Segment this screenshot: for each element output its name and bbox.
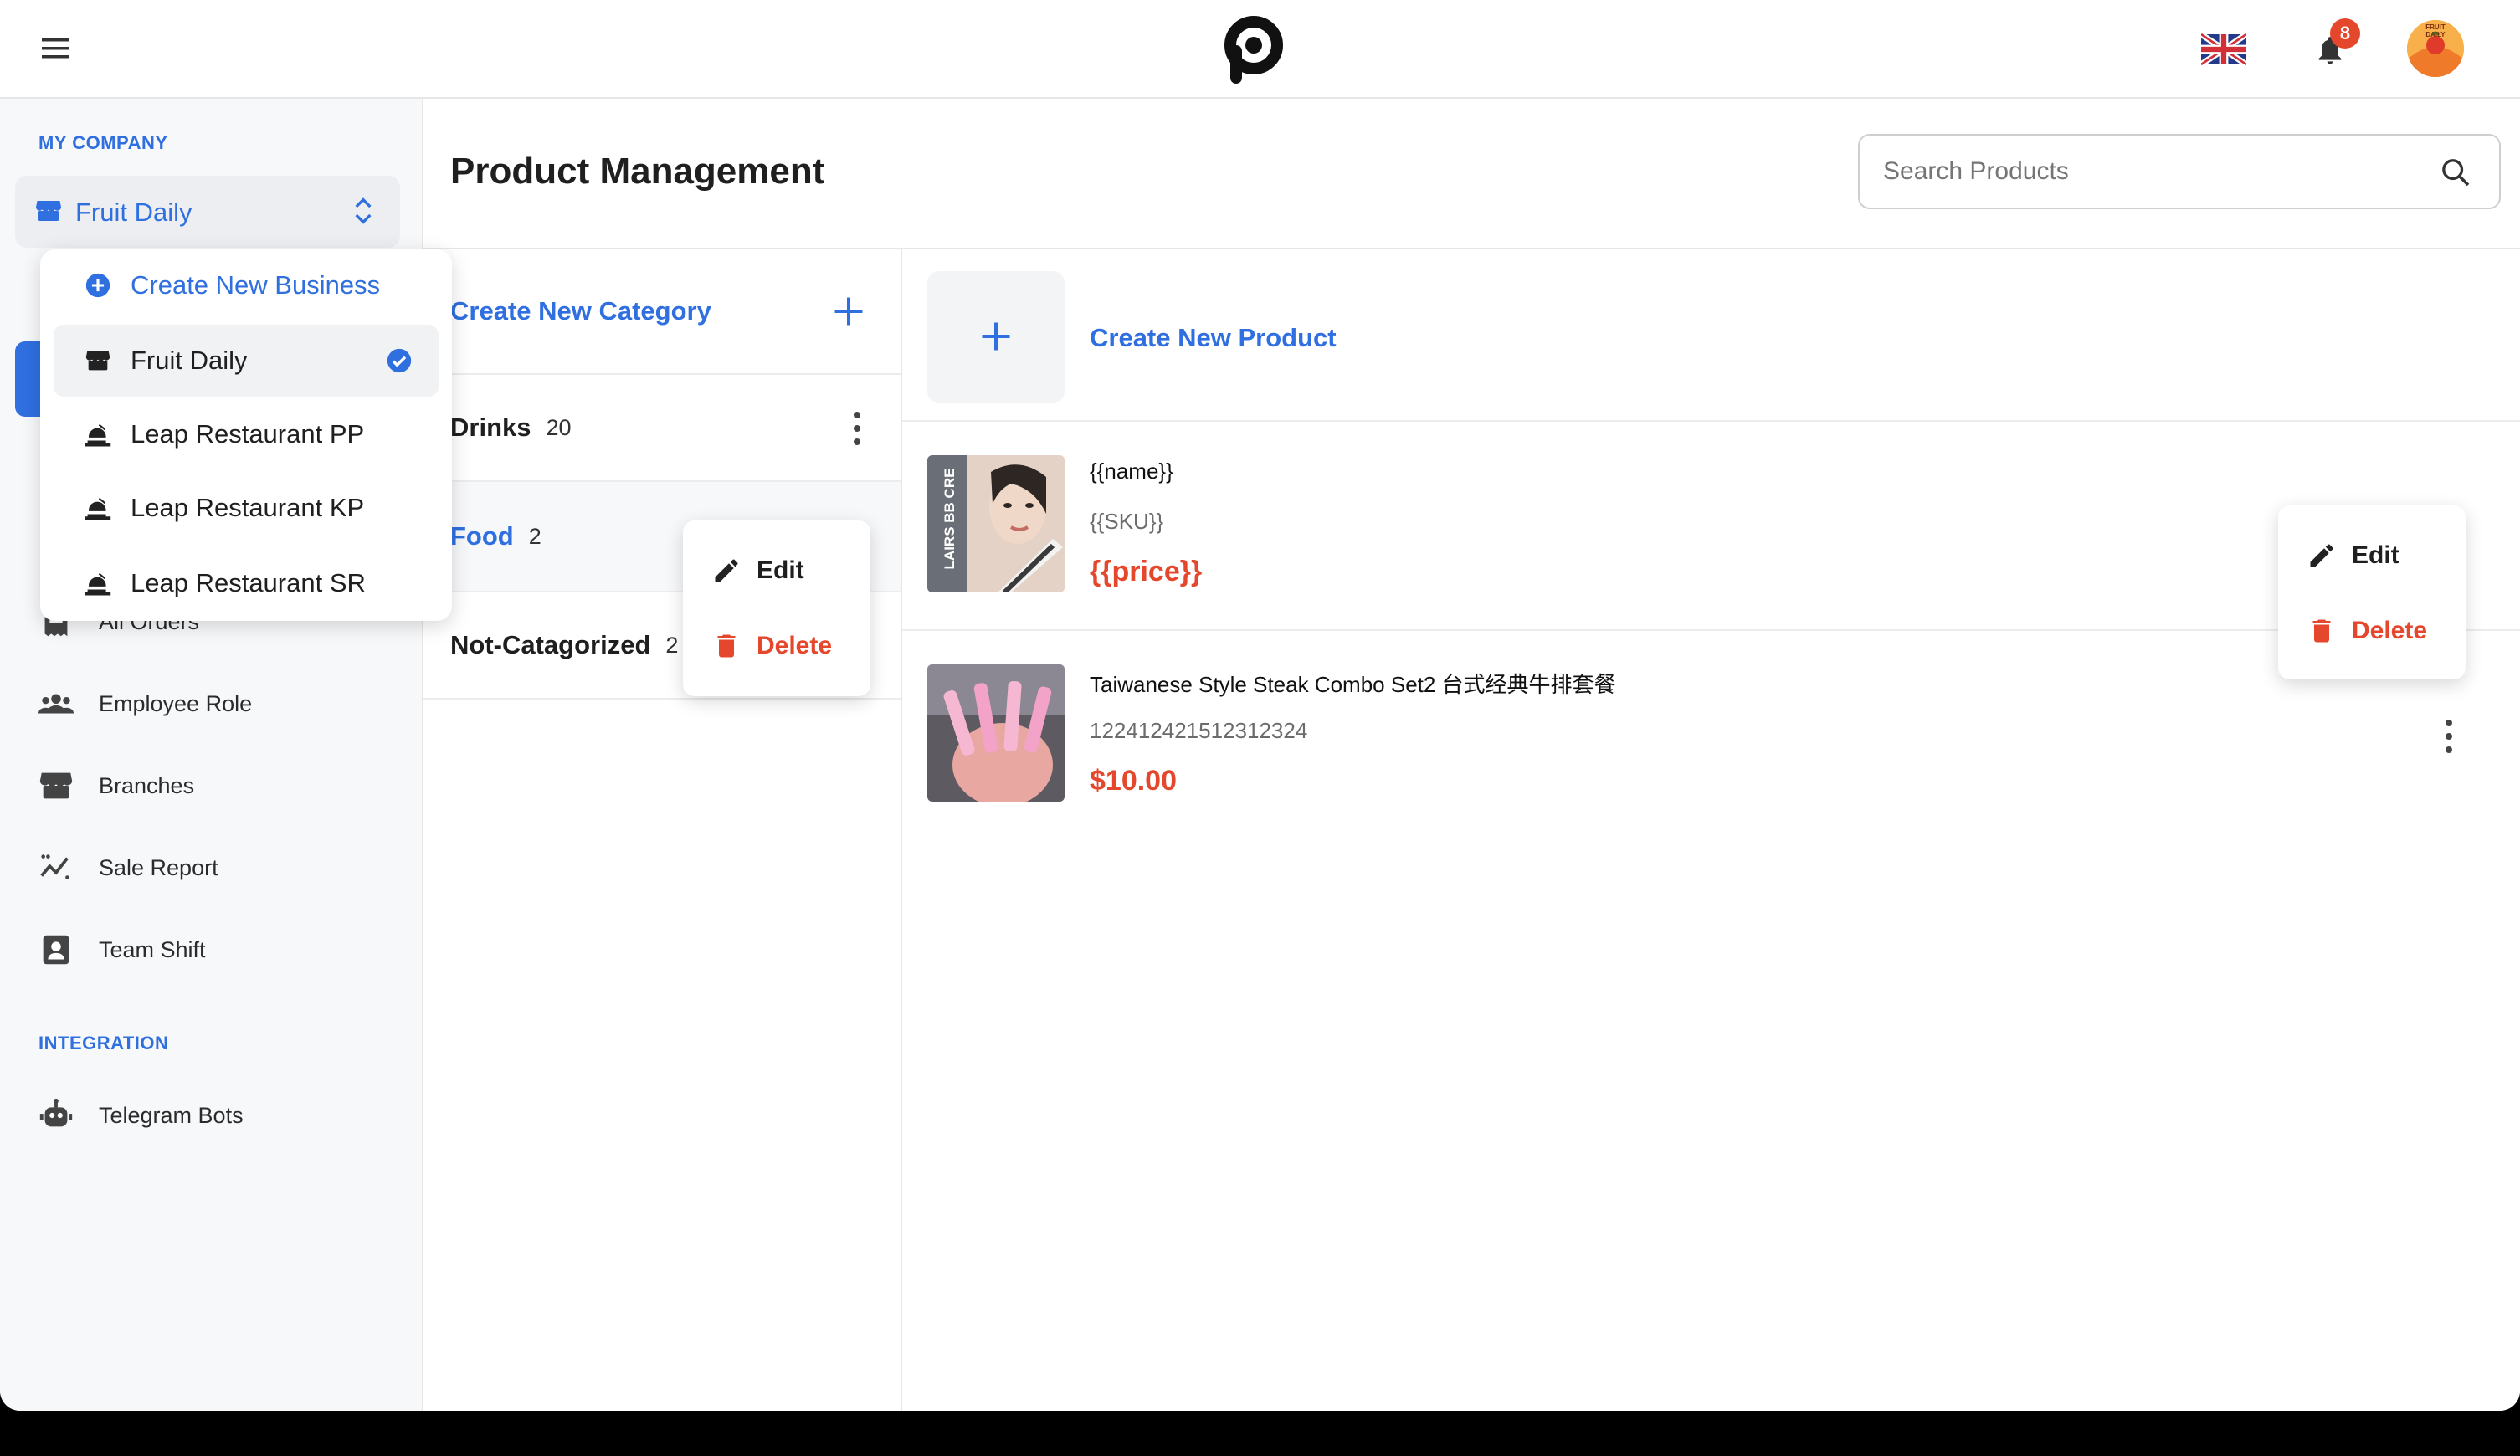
nav-item-branches[interactable]: Branches: [37, 765, 194, 807]
product-name: {{name}}: [1090, 459, 1173, 484]
delete-menu-item[interactable]: Delete: [683, 621, 870, 671]
edit-icon: [2310, 544, 2333, 567]
check-circle-icon: [387, 348, 412, 373]
nav-label: Team Shift: [99, 936, 206, 962]
create-category-row[interactable]: Create New Category: [423, 249, 901, 375]
add-circle-icon: [85, 273, 110, 298]
robot-icon: [39, 1098, 73, 1127]
trash-icon: [2312, 619, 2331, 643]
product-panel: Create New Product LAIRS BB CRE {{name}}…: [902, 249, 2520, 1411]
business-dropdown: Create New Business Fruit Daily Leap Res…: [40, 249, 452, 621]
add-icon: [978, 318, 1014, 359]
category-name: Drinks: [450, 413, 531, 442]
trash-icon: [717, 634, 736, 658]
delete-menu-item[interactable]: Delete: [2278, 606, 2466, 656]
notification-badge: 8: [2330, 18, 2360, 49]
nav-item-sale-report[interactable]: Sale Report: [37, 847, 218, 889]
search-box[interactable]: [1858, 134, 2501, 209]
product-name: Taiwanese Style Steak Combo Set2 台式经典牛排套…: [1090, 672, 1616, 697]
section-label-company: MY COMPANY: [38, 132, 168, 153]
nav-label: Telegram Bots: [99, 1102, 244, 1128]
category-row[interactable]: Drinks 20: [423, 375, 901, 482]
create-business-label: Create New Business: [131, 270, 381, 300]
add-icon[interactable]: [830, 293, 867, 334]
badge-icon: [43, 935, 69, 965]
top-bar: 8 FRUIT DAILY: [0, 0, 2520, 99]
category-count: 2: [528, 523, 541, 549]
menu-icon[interactable]: [42, 38, 69, 59]
restaurant-icon: [85, 572, 111, 596]
chart-icon: [40, 854, 69, 879]
product-sku: 122412421512312324: [1090, 718, 1308, 743]
create-business-option[interactable]: Create New Business: [54, 249, 439, 321]
business-option[interactable]: Leap Restaurant SR: [54, 547, 439, 619]
category-name: Not-Catagorized: [450, 630, 651, 659]
business-option-selected[interactable]: Fruit Daily: [54, 325, 439, 397]
unfold-icon: [346, 194, 380, 232]
avatar[interactable]: FRUIT DAILY: [2407, 20, 2464, 77]
nav-item-employee-role[interactable]: Employee Role: [37, 683, 252, 725]
current-business-label: Fruit Daily: [75, 197, 192, 227]
category-count: 20: [546, 414, 572, 440]
more-vert-icon[interactable]: [2444, 720, 2454, 753]
uk-flag-icon[interactable]: [2199, 32, 2248, 67]
product-context-menu: Edit Delete: [2278, 505, 2466, 679]
business-option-label: Leap Restaurant KP: [131, 493, 365, 522]
more-vert-icon[interactable]: [852, 412, 862, 445]
category-count: 2: [665, 632, 679, 658]
product-image: LAIRS BB CRE: [927, 455, 1065, 592]
business-option-label: Fruit Daily: [131, 346, 248, 375]
edit-menu-item[interactable]: Edit: [683, 546, 870, 596]
create-product-label[interactable]: Create New Product: [1090, 323, 1337, 353]
app-logo[interactable]: [1220, 13, 1287, 85]
page-title: Product Management: [450, 151, 825, 192]
store-icon: [33, 196, 64, 230]
business-selector[interactable]: Fruit Daily: [15, 176, 400, 248]
nav-label: Sale Report: [99, 854, 218, 880]
search-input[interactable]: [1883, 152, 2419, 191]
edit-icon: [715, 559, 738, 582]
main-content: Product Management Create New Category D…: [423, 99, 2520, 1411]
create-category-label[interactable]: Create New Category: [450, 296, 711, 326]
nav-item-team-shift[interactable]: Team Shift: [37, 929, 206, 971]
edit-menu-item[interactable]: Edit: [2278, 531, 2466, 581]
nav-label: Branches: [99, 772, 195, 798]
product-image-text: LAIRS BB CRE: [942, 468, 957, 570]
category-name: Food: [450, 521, 514, 551]
nav-label: Employee Role: [99, 690, 253, 716]
store-icon: [85, 351, 110, 371]
business-option[interactable]: Leap Restaurant PP: [54, 398, 439, 470]
edit-label: Edit: [757, 556, 804, 584]
nav-item-telegram-bots[interactable]: Telegram Bots: [37, 1095, 244, 1136]
restaurant-icon: [85, 497, 111, 520]
section-label-integration: INTEGRATION: [38, 1033, 169, 1054]
product-sku: {{SKU}}: [1090, 509, 1164, 534]
business-option-label: Leap Restaurant SR: [131, 568, 366, 597]
search-icon[interactable]: [2439, 156, 2472, 193]
create-product-row[interactable]: Create New Product: [902, 249, 2520, 422]
business-option-label: Leap Restaurant PP: [131, 419, 365, 449]
edit-label: Edit: [2352, 541, 2399, 569]
delete-label: Delete: [757, 632, 833, 659]
category-context-menu: Edit Delete: [683, 520, 870, 696]
category-panel: Create New Category Drinks 20 Food 2 Not…: [423, 249, 902, 1411]
product-image: [927, 664, 1065, 802]
avatar-text: FRUIT DAILY: [2425, 23, 2446, 38]
business-option[interactable]: Leap Restaurant KP: [54, 472, 439, 544]
group-icon: [38, 694, 74, 714]
product-price: $10.00: [1090, 765, 1177, 797]
restaurant-icon: [85, 423, 111, 447]
delete-label: Delete: [2352, 617, 2428, 644]
create-product-tile[interactable]: [927, 271, 1065, 403]
product-price: {{price}}: [1090, 556, 1203, 587]
store-icon: [39, 772, 73, 799]
